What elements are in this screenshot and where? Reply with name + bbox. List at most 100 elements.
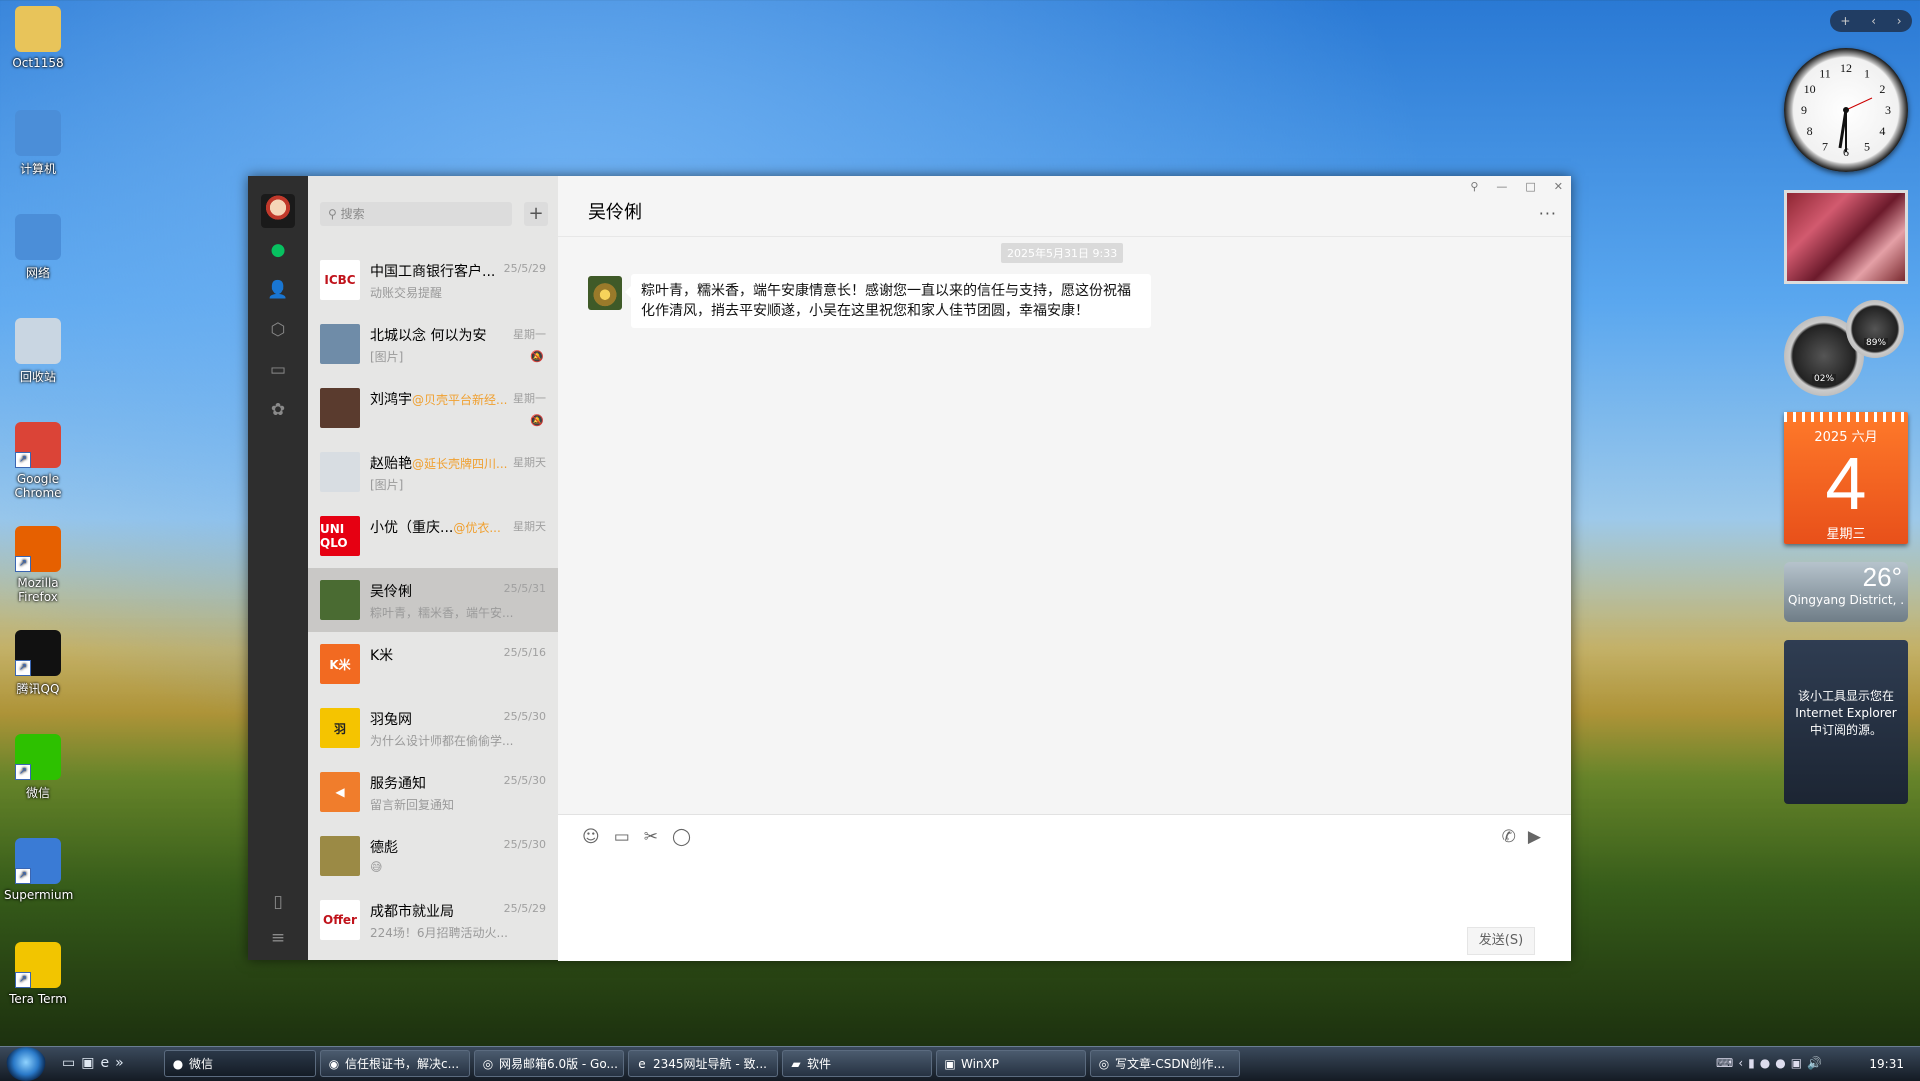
clock-gadget[interactable]: 121234567891011 <box>1784 48 1908 172</box>
conversation-item[interactable]: Offer 成都市就业局 25/5/29 224场！6月招聘活动火... <box>308 888 558 952</box>
conversation-item[interactable]: 刘鸿宇@贝壳平台新经... 星期一 🔕 <box>308 376 558 440</box>
desktop-icon[interactable]: ↗ Google Chrome <box>4 422 72 500</box>
mute-icon: 🔕 <box>530 414 544 427</box>
taskbar-clock[interactable]: 19:31 <box>1869 1057 1904 1071</box>
conversation-item[interactable]: 北城以念 何以为安 星期一 [图片] 🔕 <box>308 312 558 376</box>
conversation-preview: 动账交易提醒 <box>370 286 443 300</box>
conversation-list: ICBC 中国工商银行客户... 25/5/29 动账交易提醒 北城以念 何以为安 星期一… <box>308 248 558 952</box>
taskbar-button-label: 微信 <box>189 1057 214 1071</box>
files-icon[interactable]: ▭ <box>268 360 288 380</box>
more-options-button[interactable]: ··· <box>1539 204 1557 223</box>
prev-gadget-button[interactable]: ‹ <box>1871 14 1876 28</box>
show-hidden-icon[interactable]: ‹ <box>1738 1056 1743 1070</box>
conversation-name: 吴伶俐 <box>370 581 510 601</box>
calendar-gadget[interactable]: 2025 六月 4 星期三 <box>1784 412 1908 544</box>
video-call-icon[interactable]: ▶ <box>1528 827 1541 847</box>
voice-call-icon[interactable]: ✆ <box>1502 827 1516 847</box>
conversation-item[interactable]: 德彪 25/5/30 😅 <box>308 824 558 888</box>
desktop-icon[interactable]: 回收站 <box>4 318 72 385</box>
desktop-icon[interactable]: ↗ Tera Term <box>4 942 72 1006</box>
desktop-icon[interactable]: Oct1158 <box>4 6 72 70</box>
search-input[interactable]: ⚲ 搜索 <box>320 202 512 226</box>
emoji-icon[interactable]: ☺ <box>582 827 600 847</box>
taskbar-button-label: 软件 <box>807 1057 832 1071</box>
clock-number: 12 <box>1840 61 1852 75</box>
add-chat-button[interactable]: + <box>524 202 548 226</box>
show-desktop-icon[interactable]: ▭ <box>62 1055 75 1071</box>
moments-icon[interactable]: ✿ <box>268 400 288 420</box>
overflow-chevron-icon[interactable]: » <box>115 1055 124 1071</box>
shortcut-arrow-icon: ↗ <box>15 972 31 988</box>
conversation-item[interactable]: ICBC 中国工商银行客户... 25/5/29 动账交易提醒 <box>308 248 558 312</box>
desktop-icon[interactable]: ↗ 微信 <box>4 734 72 801</box>
start-button[interactable] <box>6 1047 46 1081</box>
maximize-button[interactable]: □ <box>1525 180 1535 193</box>
chat-icon[interactable]: ● <box>268 240 288 260</box>
pin-icon[interactable]: ⚲ <box>1470 180 1478 193</box>
wechat-window: ● 👤 ⬡ ▭ ✿ ▯ ≡ ⚲ 搜索 + ICBC 中国工商银行客户... 25/5… <box>248 176 1571 961</box>
taskbar-button[interactable]: ● 微信 <box>164 1050 316 1077</box>
favorites-icon[interactable]: ⬡ <box>268 320 288 340</box>
conversation-item[interactable]: 吴伶俐 25/5/31 粽叶青，糯米香，端午安... <box>308 568 558 632</box>
desktop-icon[interactable]: 网络 <box>4 214 72 281</box>
cpu-meter-gadget[interactable]: 02% 89% <box>1784 300 1908 400</box>
chrome-icon: ◎ <box>482 1057 494 1071</box>
clock-number: 5 <box>1864 139 1870 153</box>
taskbar-button[interactable]: ◉ 信任根证书，解决c... <box>320 1050 470 1077</box>
ie-icon[interactable]: e <box>100 1055 109 1071</box>
conversation-name-text: 小优（重庆... <box>370 520 454 536</box>
taskbar-button[interactable]: ▣ WinXP <box>936 1050 1086 1077</box>
screenshot-icon[interactable]: ✂ <box>644 827 658 847</box>
taskbar-button[interactable]: e 2345网址导航 - 致... <box>628 1050 778 1077</box>
taskbar-button[interactable]: ◎ 网易邮箱6.0版 - Go... <box>474 1050 624 1077</box>
switch-windows-icon[interactable]: ▣ <box>81 1055 94 1071</box>
network-tray-icon[interactable]: ▣ <box>1791 1056 1802 1070</box>
contacts-icon[interactable]: 👤 <box>267 280 288 300</box>
next-gadget-button[interactable]: › <box>1897 14 1902 28</box>
slideshow-gadget[interactable] <box>1784 190 1908 284</box>
conversation-item[interactable]: ◀ 服务通知 25/5/30 留言新回复通知 <box>308 760 558 824</box>
keyboard-icon[interactable]: ⌨ <box>1716 1056 1733 1070</box>
minimize-button[interactable]: — <box>1496 180 1507 193</box>
conversation-item[interactable]: 羽羽兔网 25/5/30 为什么设计师都在偷偷学... <box>308 696 558 760</box>
my-avatar[interactable] <box>261 194 295 228</box>
desktop-icon[interactable]: 计算机 <box>4 110 72 177</box>
add-gadget-button[interactable]: + <box>1840 14 1850 28</box>
gadget-toolbar[interactable]: + ‹ › <box>1830 10 1912 32</box>
message-timestamp: 2025年5月31日 9:33 <box>1001 243 1124 263</box>
conversation-item[interactable]: UNI QLO 小优（重庆...@优衣... 星期天 <box>308 504 558 568</box>
conversation-time: 星期一 <box>513 392 546 405</box>
conversation-name-text: 德彪 <box>370 840 398 856</box>
conversation-avatar: UNI QLO <box>320 516 360 556</box>
firefox-icon: ↗ <box>15 526 61 572</box>
weather-gadget[interactable]: 26° Qingyang District, ... <box>1784 562 1908 622</box>
sender-avatar[interactable] <box>588 276 622 310</box>
menu-icon[interactable]: ≡ <box>268 928 288 948</box>
volume-icon[interactable]: 🔊 <box>1807 1056 1822 1070</box>
desktop-icon[interactable]: ↗ Supermium <box>4 838 73 902</box>
taskbar-button-label: 2345网址导航 - 致... <box>653 1057 767 1071</box>
clock-number: 3 <box>1885 103 1891 117</box>
phone-icon[interactable]: ▯ <box>268 892 288 912</box>
clock-number: 8 <box>1807 124 1813 138</box>
conversation-preview: 粽叶青，糯米香，端午安... <box>370 606 514 620</box>
conversation-name: 北城以念 何以为安 <box>370 325 510 345</box>
close-button[interactable]: ✕ <box>1554 180 1563 193</box>
taskbar-button[interactable]: ◎ 写文章-CSDN创作... <box>1090 1050 1240 1077</box>
message-input-area[interactable]: ☺ ▭ ✂ ◯ ✆ ▶ 发送(S) <box>558 814 1571 961</box>
supermium-icon: ↗ <box>15 838 61 884</box>
desktop-icon[interactable]: ↗ 腾讯QQ <box>4 630 72 697</box>
chat-history-icon[interactable]: ◯ <box>672 827 691 847</box>
conversation-item[interactable]: 赵贻艳@延长壳牌四川... 星期天 [图片] <box>308 440 558 504</box>
desktop-icon-label: 网络 <box>25 266 50 280</box>
taskbar-button[interactable]: ▰ 软件 <box>782 1050 932 1077</box>
conversation-item[interactable]: K米 K米 25/5/16 <box>308 632 558 696</box>
send-button[interactable]: 发送(S) <box>1467 927 1535 955</box>
qq-tray-icon[interactable]: ● <box>1760 1056 1770 1070</box>
desktop-icon[interactable]: ↗ Mozilla Firefox <box>4 526 72 604</box>
message-bubble[interactable]: 粽叶青，糯米香，端午安康情意长！感谢您一直以来的信任与支持，愿这份祝福化作清风，… <box>625 274 1151 328</box>
feed-headlines-gadget[interactable]: 该小工具显示您在 Internet Explorer 中订阅的源。 <box>1784 640 1908 804</box>
send-file-icon[interactable]: ▭ <box>614 827 630 847</box>
wechat-tray-icon[interactable]: ● <box>1775 1056 1785 1070</box>
tray-app-icon[interactable]: ▮ <box>1748 1056 1755 1070</box>
